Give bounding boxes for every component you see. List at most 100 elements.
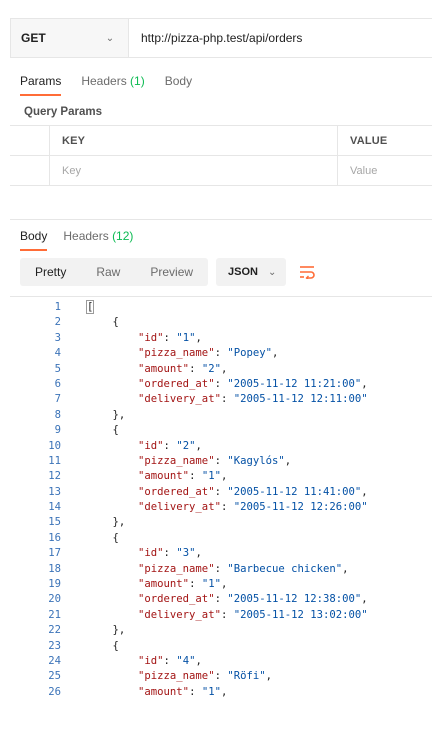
chevron-down-icon: ⌄ <box>105 32 115 44</box>
code-text: }, <box>112 408 126 421</box>
line-number: 16 <box>48 531 61 544</box>
line-number: 9 <box>54 424 61 437</box>
code-line: 17 "id": "3", <box>10 546 368 561</box>
code-text: "delivery_at": "2005-11-12 13:02:00" <box>138 608 368 621</box>
code-text: [ <box>85 300 95 314</box>
tab-headers-label: Headers <box>81 74 127 88</box>
line-number: 26 <box>48 685 61 698</box>
code-text: { <box>112 424 119 437</box>
raw-button[interactable]: Raw <box>81 258 135 286</box>
code-text: "delivery_at": "2005-11-12 12:26:00" <box>138 501 368 514</box>
code-text: "id": "4", <box>138 654 202 667</box>
tab-body-label: Body <box>164 74 193 88</box>
key-input[interactable]: Key <box>50 156 338 185</box>
code-text: "amount": "1", <box>138 685 228 698</box>
line-number: 12 <box>48 470 61 483</box>
line-number: 14 <box>48 501 61 514</box>
response-toolbar: Pretty Raw Preview JSON ⌄ <box>20 258 320 286</box>
code-text: "delivery_at": "2005-11-12 12:11:00" <box>138 393 368 406</box>
method-select[interactable]: GET ⌄ <box>11 19 129 57</box>
code-text: "id": "1", <box>138 331 202 344</box>
code-text: "id": "3", <box>138 547 202 560</box>
code-line: 13 "ordered_at": "2005-11-12 11:41:00", <box>10 485 368 500</box>
line-number: 24 <box>48 654 61 667</box>
tab-params[interactable]: Params <box>20 74 62 96</box>
code-line: 7 "delivery_at": "2005-11-12 12:11:00" <box>10 392 368 407</box>
tab-params-label: Params <box>20 74 62 88</box>
line-number: 18 <box>48 562 61 575</box>
code-line: 20 "ordered_at": "2005-11-12 12:38:00", <box>10 592 367 607</box>
request-tabs: Params Headers (1) Body <box>20 74 192 96</box>
line-number: 2 <box>54 316 61 329</box>
preview-button[interactable]: Preview <box>135 258 208 286</box>
code-line: 11 "pizza_name": "Kagylós", <box>10 454 368 469</box>
line-number: 21 <box>48 608 61 621</box>
url-input[interactable]: http://pizza-php.test/api/orders <box>129 31 302 45</box>
key-column-header: KEY <box>50 126 338 155</box>
line-number: 19 <box>48 578 61 591</box>
code-text: "pizza_name": "Röfi", <box>138 670 273 683</box>
view-mode-segment: Pretty Raw Preview <box>20 258 209 286</box>
pretty-button[interactable]: Pretty <box>20 258 81 286</box>
tab-body[interactable]: Body <box>165 74 192 96</box>
json-code: 1[2 {3 "id": "1", 4 "pizza_name": "Popey"… <box>10 300 368 700</box>
line-number: 8 <box>54 408 61 421</box>
query-params-title: Query Params <box>24 106 102 118</box>
code-line: 2 { <box>10 315 368 330</box>
code-line: 1[ <box>10 300 368 315</box>
chevron-down-icon: ⌄ <box>268 266 277 278</box>
response-tabs: Body Headers (12) <box>20 229 133 251</box>
code-text: { <box>112 531 119 544</box>
code-line: 21 "delivery_at": "2005-11-12 13:02:00" <box>10 608 368 623</box>
response-body-viewer[interactable]: 1[2 {3 "id": "1", 4 "pizza_name": "Popey"… <box>10 296 432 733</box>
line-number: 6 <box>54 377 61 390</box>
tab-response-body-label: Body <box>20 229 48 243</box>
code-line: 24 "id": "4", <box>10 654 368 669</box>
format-select[interactable]: JSON ⌄ <box>216 258 287 286</box>
section-divider <box>10 219 432 220</box>
code-line: 4 "pizza_name": "Popey", <box>10 346 368 361</box>
code-text: "pizza_name": "Popey", <box>138 347 279 360</box>
query-params-table: KEY VALUE Key Value <box>10 125 432 186</box>
line-number: 22 <box>48 624 61 637</box>
format-label: JSON <box>228 266 259 278</box>
wrap-lines-button[interactable] <box>294 259 320 285</box>
wrap-lines-icon <box>300 266 316 279</box>
code-text: "amount": "2", <box>138 362 228 375</box>
code-line: 23 { <box>10 639 368 654</box>
code-text: { <box>112 316 119 329</box>
tab-response-headers-label: Headers <box>63 229 109 243</box>
value-column-header: VALUE <box>350 134 388 147</box>
method-label: GET <box>21 31 46 45</box>
tab-response-headers[interactable]: Headers (12) <box>63 229 133 251</box>
line-number: 15 <box>48 516 61 529</box>
code-line: 9 { <box>10 423 368 438</box>
code-text: "pizza_name": "Barbecue chicken", <box>138 562 349 575</box>
line-number: 1 <box>54 301 61 313</box>
line-number: 3 <box>54 331 61 344</box>
tab-headers[interactable]: Headers (1) <box>81 74 144 96</box>
code-text: }, <box>112 516 126 529</box>
code-text: "amount": "1", <box>138 470 228 483</box>
code-line: 26 "amount": "1", <box>10 685 368 700</box>
code-text: "ordered_at": "2005-11-12 11:41:00", <box>138 485 368 498</box>
code-line: 25 "pizza_name": "Röfi", <box>10 669 368 684</box>
code-text: "id": "2", <box>138 439 202 452</box>
line-number: 23 <box>48 639 61 652</box>
value-input[interactable]: Value <box>338 156 432 185</box>
line-number: 10 <box>48 439 61 452</box>
tab-response-body[interactable]: Body <box>20 229 48 251</box>
response-headers-count: (12) <box>112 229 134 243</box>
code-text: }, <box>112 624 126 637</box>
code-text: "pizza_name": "Kagylós", <box>138 454 292 467</box>
code-line: 5 "amount": "2", <box>10 362 368 377</box>
code-line: 10 "id": "2", <box>10 439 368 454</box>
code-line: 3 "id": "1", <box>10 331 368 346</box>
code-text: "ordered_at": "2005-11-12 11:21:00", <box>138 377 368 390</box>
line-number: 7 <box>54 393 61 406</box>
code-line: 14 "delivery_at": "2005-11-12 12:26:00" <box>10 500 368 515</box>
code-line: 8 }, <box>10 408 368 423</box>
table-row: Key Value <box>10 156 432 186</box>
headers-count: (1) <box>130 74 145 88</box>
table-header-row: KEY VALUE <box>10 126 432 156</box>
